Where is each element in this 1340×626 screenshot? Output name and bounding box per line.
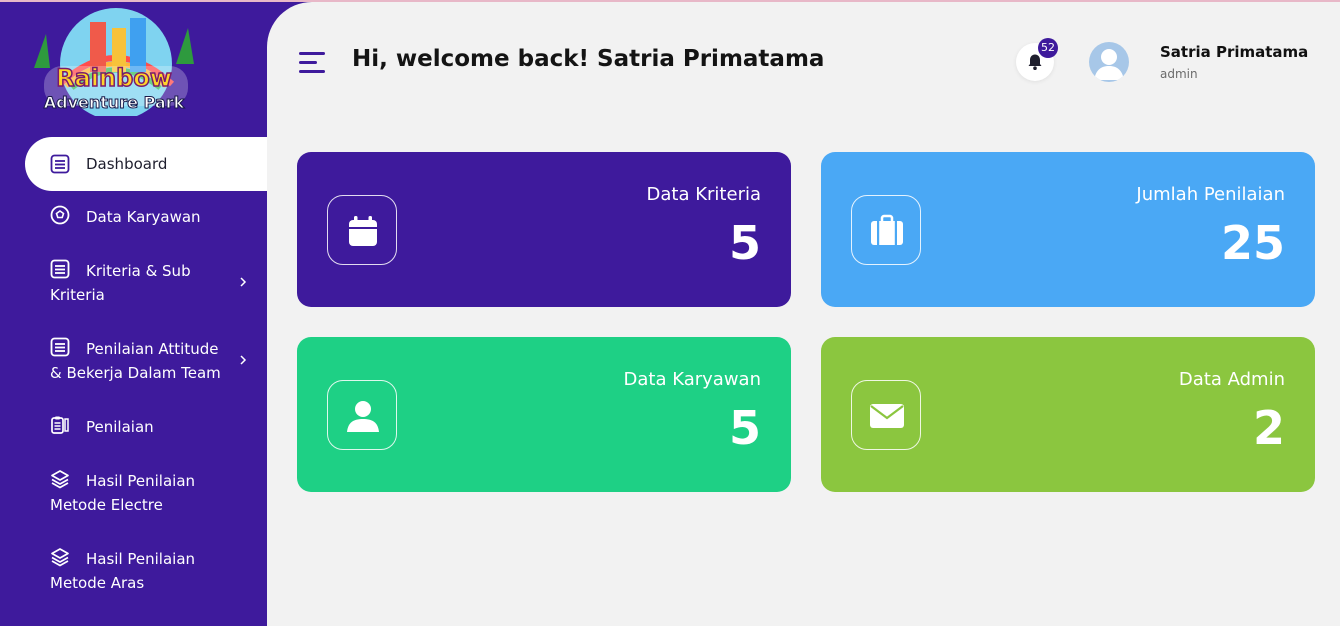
page-title: Hi, welcome back! Satria Primatama [352, 46, 825, 72]
user-icon [347, 401, 379, 432]
sidebar-item-hasil-aras[interactable]: Hasil Penilaian Metode Aras [25, 547, 267, 595]
chevron-right-icon [240, 355, 247, 365]
card-label: Data Kriteria [646, 184, 761, 205]
avatar[interactable] [1089, 42, 1129, 82]
card-value: 5 [728, 216, 761, 270]
main-content: Hi, welcome back! Satria Primatama 52 Sa… [267, 2, 1340, 626]
card-icon-box [327, 195, 397, 265]
card-icon-box [851, 195, 921, 265]
card-data-kriteria[interactable]: Data Kriteria 5 [297, 152, 791, 307]
layers-icon [51, 548, 69, 567]
logo-text-adventure-park: Adventure Park [44, 93, 185, 112]
list-icon [50, 337, 70, 357]
card-value: 5 [728, 401, 761, 455]
card-label: Jumlah Penilaian [1136, 184, 1285, 205]
card-icon-box [327, 380, 397, 450]
layers-icon [51, 470, 69, 489]
sidebar-item-data-karyawan[interactable]: Data Karyawan [25, 205, 267, 229]
card-value: 2 [1252, 401, 1285, 455]
card-icon-box [851, 380, 921, 450]
sidebar-item-penilaian[interactable]: Penilaian [25, 415, 267, 439]
card-label: Data Admin [1178, 369, 1285, 390]
sidebar-item-penilaian-attitude[interactable]: Penilaian Attitude & Bekerja Dalam Team [25, 337, 267, 385]
notification-count-badge: 52 [1038, 38, 1058, 58]
user-role: admin [1160, 67, 1198, 81]
soccer-ball-icon [50, 205, 70, 225]
card-jumlah-penilaian[interactable]: Jumlah Penilaian 25 [821, 152, 1315, 307]
user-avatar-icon [1094, 49, 1124, 80]
briefcase-icon [871, 214, 903, 245]
menu-bar [299, 70, 325, 73]
sidebar-item-hasil-electre[interactable]: Hasil Penilaian Metode Electre [25, 469, 267, 517]
card-data-karyawan[interactable]: Data Karyawan 5 [297, 337, 791, 492]
menu-bar [299, 61, 317, 64]
top-border-line [0, 0, 1340, 2]
list-icon [50, 259, 70, 279]
sidebar-item-dashboard[interactable]: Dashboard [25, 137, 267, 191]
menu-toggle-button[interactable] [299, 52, 325, 74]
card-label: Data Karyawan [623, 369, 761, 390]
card-data-admin[interactable]: Data Admin 2 [821, 337, 1315, 492]
sidebar-item-kriteria-sub-kriteria[interactable]: Kriteria & Sub Kriteria [25, 259, 267, 307]
rainbow-adventure-park-logo[interactable]: Rainbow Adventure Park [24, 4, 204, 120]
notification-button[interactable]: 52 [1016, 38, 1058, 81]
clipboard-pencil-icon [51, 416, 69, 434]
chevron-right-icon [240, 277, 247, 287]
sidebar: Rainbow Adventure Park Dashboard Data Ka… [0, 0, 267, 626]
menu-bar [299, 52, 325, 55]
card-value: 25 [1220, 216, 1285, 270]
user-name: Satria Primatama [1160, 43, 1309, 61]
envelope-icon [870, 404, 904, 428]
list-icon [50, 154, 70, 174]
logo-text-rainbow: Rainbow [56, 64, 172, 92]
calendar-icon [349, 216, 377, 246]
